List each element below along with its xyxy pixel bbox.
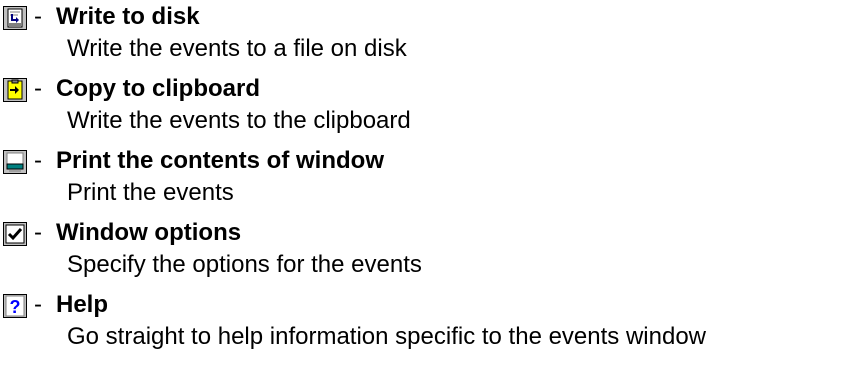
svg-text:?: ? [10,297,21,317]
item-title: Write to disk [56,3,200,30]
item-description: Print the events [67,179,234,206]
item-title: Help [56,291,109,318]
item-description: Write the events to a file on disk [67,35,407,62]
separator: - [34,75,42,102]
item-description: Write the events to the clipboard [67,107,411,134]
write-to-disk-icon [3,6,27,30]
separator: - [34,291,42,318]
item-title: Print the contents of window [56,147,384,174]
help-question-icon: ? [3,294,27,318]
separator: - [34,147,42,174]
item-title: Window options [56,219,242,246]
item-title: Copy to clipboard [56,75,260,102]
print-icon [3,150,27,174]
window-options-check-icon [3,222,27,246]
item-description: Specify the options for the events [67,251,422,278]
separator: - [34,219,42,246]
separator: - [34,3,42,30]
copy-to-clipboard-icon [3,78,27,102]
item-description: Go straight to help information specific… [67,323,706,350]
